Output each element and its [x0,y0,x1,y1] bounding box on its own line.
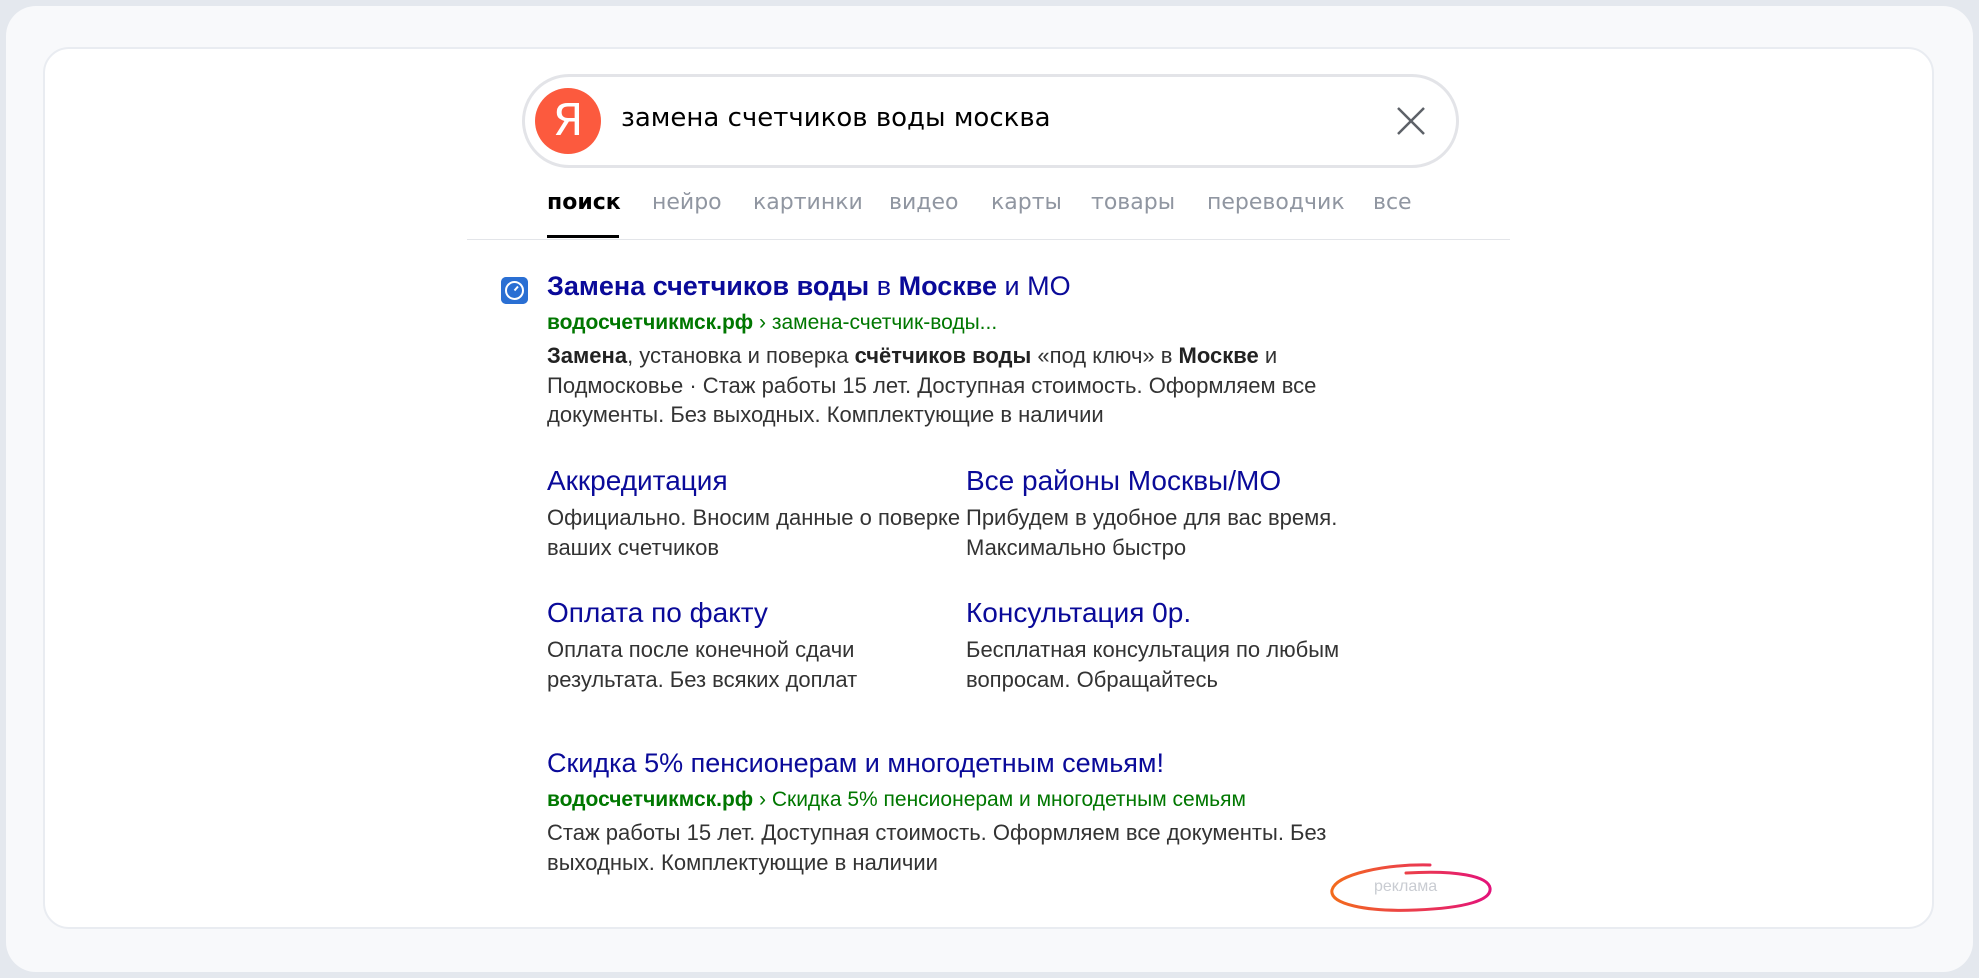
sitelink-accreditation-text: Официально. Вносим данные о поверке ваши… [547,505,961,560]
promo-url[interactable]: водосчетчикмск.рф › Скидка 5% пенсионера… [547,788,1246,812]
result-snippet: Замена, установка и поверка счётчиков во… [547,343,1317,427]
site-favicon-icon [501,277,528,304]
yandex-logo[interactable]: Я [535,88,601,154]
result-url[interactable]: водосчетчикмск.рф › замена-счетчик-воды.… [547,311,997,335]
tab-translator[interactable]: переводчик [1207,186,1345,220]
tab-all[interactable]: все [1373,186,1412,220]
tab-products[interactable]: товары [1091,186,1175,220]
ad-highlight-circle [1330,863,1492,912]
active-tab-indicator [547,235,619,238]
sitelink-consultation[interactable]: Консультация 0р. [966,597,1191,629]
tab-search[interactable]: поиск [547,186,621,220]
tab-maps[interactable]: карты [991,186,1062,220]
promo-snippet: Стаж работы 15 лет. Доступная стоимость.… [547,820,1327,875]
close-icon[interactable] [1389,99,1433,143]
sitelink-payment-text: Оплата после конечной сдачи результата. … [547,637,858,692]
sitelink-districts[interactable]: Все районы Москвы/МО [966,465,1281,497]
search-bar[interactable]: Я замена счетчиков воды москва [522,74,1459,168]
tabs-divider [467,239,1510,240]
sitelink-districts-text: Прибудем в удобное для вас время. Максим… [966,505,1338,560]
tab-images[interactable]: картинки [753,186,863,220]
promo-title-link[interactable]: Скидка 5% пенсионерам и многодетным семь… [547,748,1164,779]
sitelink-accreditation[interactable]: Аккредитация [547,465,728,497]
result-title-link[interactable]: Замена счетчиков воды в Москве и МО [547,271,1071,302]
tab-video[interactable]: видео [889,186,958,220]
tab-neuro[interactable]: нейро [652,186,722,220]
search-input[interactable]: замена счетчиков воды москва [621,103,1051,133]
sitelink-consultation-text: Бесплатная консультация по любым вопроса… [966,637,1340,692]
sitelink-payment[interactable]: Оплата по факту [547,597,768,629]
